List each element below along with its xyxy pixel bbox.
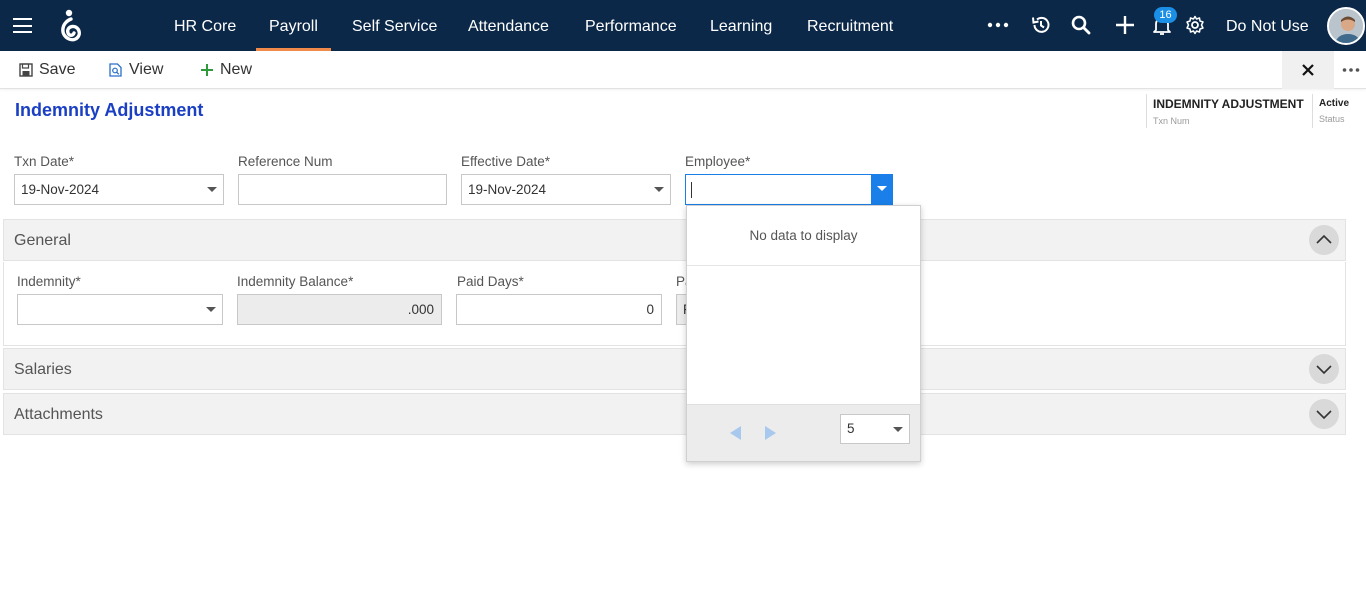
status-block: Active Status	[1312, 94, 1366, 128]
status-label: Status	[1319, 114, 1345, 124]
notification-badge: 16	[1154, 7, 1177, 23]
effective-date-field[interactable]: 19-Nov-2024	[461, 174, 671, 205]
close-icon	[1302, 64, 1314, 76]
new-label: New	[220, 61, 253, 78]
txn-date-field[interactable]: 19-Nov-2024	[14, 174, 224, 205]
gear-icon[interactable]	[1183, 13, 1207, 37]
no-data-message: No data to display	[687, 206, 920, 266]
save-icon	[19, 63, 33, 77]
text-cursor	[691, 182, 692, 198]
txn-num-block: INDEMNITY ADJUSTMENT Txn Num	[1146, 94, 1308, 128]
page-title: Indemnity Adjustment	[15, 100, 204, 120]
chevron-down-icon[interactable]	[206, 307, 216, 312]
effective-date-label: Effective Date*	[461, 154, 551, 169]
chevron-down-icon	[1316, 410, 1332, 420]
nav-self-service[interactable]: Self Service	[352, 0, 437, 51]
paid-days-value: 0	[646, 302, 654, 317]
section-salaries-title: Salaries	[14, 361, 72, 378]
ellipsis-icon	[1342, 68, 1360, 72]
nav-payroll[interactable]: Payroll	[256, 0, 331, 51]
expand-attachments-button[interactable]	[1309, 399, 1339, 429]
more-options-button[interactable]	[1336, 51, 1366, 89]
indemnity-balance-value: .000	[407, 302, 434, 317]
indemnity-balance-field: .000	[237, 294, 442, 325]
chevron-down-icon[interactable]	[207, 187, 217, 192]
nav-recruitment[interactable]: Recruitment	[807, 0, 893, 51]
indemnity-label: Indemnity*	[17, 274, 81, 289]
view-label: View	[129, 61, 164, 78]
section-general-title: General	[14, 232, 71, 249]
paid-days-field[interactable]: 0	[456, 294, 662, 325]
dropdown-pager: 5	[687, 404, 920, 461]
chevron-up-icon	[1316, 234, 1332, 244]
indemnity-field[interactable]	[17, 294, 223, 325]
txn-date-value: 19-Nov-2024	[21, 182, 100, 197]
prev-page-icon[interactable]	[730, 426, 741, 440]
nav-attendance[interactable]: Attendance	[468, 0, 549, 51]
effective-date-value: 19-Nov-2024	[468, 182, 547, 197]
txn-num-label: Txn Num	[1153, 116, 1190, 126]
section-salaries-header[interactable]: Salaries	[3, 348, 1346, 390]
chevron-down-icon	[877, 186, 887, 191]
more-icon[interactable]	[986, 13, 1010, 37]
new-button[interactable]: New	[200, 51, 260, 89]
employee-dropdown-popup: No data to display 5	[686, 205, 921, 462]
view-icon	[109, 63, 122, 77]
next-page-icon[interactable]	[765, 426, 776, 440]
user-name[interactable]: Do Not Use	[1226, 0, 1309, 51]
top-navbar: HR Core Payroll Self Service Attendance …	[0, 0, 1366, 51]
collapse-general-button[interactable]	[1309, 225, 1339, 255]
reference-num-label: Reference Num	[238, 154, 333, 169]
search-icon[interactable]	[1069, 13, 1093, 37]
save-label: Save	[39, 61, 76, 78]
employee-label: Employee*	[685, 154, 751, 169]
section-attachments-header[interactable]: Attachments	[3, 393, 1346, 435]
action-toolbar: Save View New	[0, 51, 1366, 89]
avatar[interactable]	[1327, 7, 1365, 45]
page-size-value: 5	[847, 421, 855, 436]
save-button[interactable]: Save	[19, 51, 79, 89]
paid-days-label: Paid Days*	[457, 274, 524, 289]
chevron-down-icon[interactable]	[654, 187, 664, 192]
status-value: Active	[1319, 98, 1350, 109]
employee-field[interactable]	[685, 174, 893, 205]
app-logo[interactable]	[57, 8, 85, 44]
section-general-header[interactable]: General	[3, 219, 1346, 261]
reference-num-field[interactable]	[238, 174, 447, 205]
close-button[interactable]	[1282, 51, 1334, 89]
nav-hr-core[interactable]: HR Core	[174, 0, 236, 51]
nav-learning[interactable]: Learning	[710, 0, 772, 51]
section-attachments-title: Attachments	[14, 406, 103, 423]
indemnity-balance-label: Indemnity Balance*	[237, 274, 354, 289]
view-button[interactable]: View	[109, 51, 169, 89]
employee-dropdown-button[interactable]	[871, 174, 893, 205]
add-icon[interactable]	[1113, 13, 1137, 37]
menu-icon[interactable]	[13, 18, 32, 33]
chevron-down-icon	[893, 427, 903, 432]
txn-num-value: INDEMNITY ADJUSTMENT	[1153, 97, 1304, 111]
page-size-select[interactable]: 5	[840, 414, 910, 444]
txn-date-label: Txn Date*	[14, 154, 75, 169]
nav-performance[interactable]: Performance	[585, 0, 677, 51]
expand-salaries-button[interactable]	[1309, 354, 1339, 384]
plus-icon	[201, 64, 213, 76]
history-icon[interactable]	[1029, 13, 1053, 37]
chevron-down-icon	[1316, 365, 1332, 375]
